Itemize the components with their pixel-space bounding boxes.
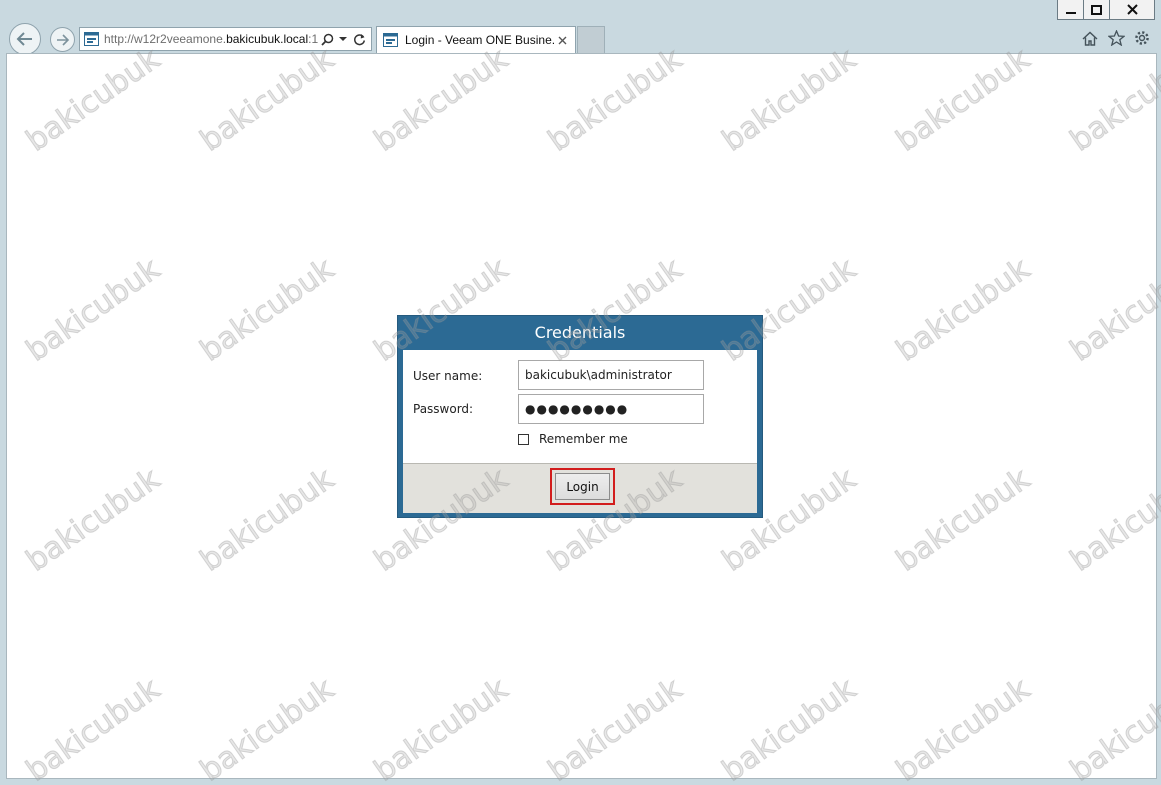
close-icon (1126, 4, 1138, 15)
settings-gear-icon[interactable] (1133, 29, 1151, 47)
address-prefix: http://w12r2veeamone. (104, 32, 227, 46)
password-label: Password: (413, 402, 474, 416)
forward-icon (56, 33, 69, 46)
maximize-button[interactable] (1083, 0, 1110, 20)
login-highlight-box: Login (550, 468, 615, 505)
dialog-body: User name: Password: Remember me (403, 350, 757, 463)
address-domain: bakicubuk.local (226, 32, 309, 46)
browser-right-icons (1081, 29, 1151, 47)
tab-page-icon (383, 33, 398, 47)
back-button[interactable] (9, 23, 41, 55)
remember-me-label: Remember me (539, 432, 628, 446)
back-icon (16, 32, 32, 46)
password-input[interactable] (518, 394, 704, 424)
page-icon (84, 32, 99, 46)
refresh-icon[interactable] (351, 29, 367, 49)
tab-login[interactable]: Login - Veeam ONE Busine... (376, 26, 576, 53)
dropdown-icon[interactable] (335, 29, 351, 49)
tab-title: Login - Veeam ONE Busine... (405, 33, 555, 47)
checkbox-box[interactable] (518, 433, 529, 445)
username-input[interactable] (518, 360, 704, 390)
maximize-icon (1091, 4, 1102, 15)
close-button[interactable] (1109, 0, 1155, 20)
window-controls (1057, 0, 1155, 20)
tab-close-icon[interactable] (555, 33, 569, 47)
search-icon[interactable] (319, 29, 335, 49)
dialog-title: Credentials (534, 323, 626, 342)
dialog-footer: Login (403, 463, 757, 513)
browser-toolbar: http://w12r2veeamone.bakicubuk.local:1 L… (0, 22, 1161, 55)
login-button[interactable]: Login (555, 473, 610, 500)
address-suffix: :1 (308, 32, 319, 46)
new-tab-button[interactable] (577, 26, 605, 53)
username-label: User name: (413, 369, 483, 383)
minimize-icon (1065, 11, 1076, 14)
forward-button[interactable] (50, 27, 75, 52)
remember-me-checkbox[interactable]: Remember me (518, 432, 628, 446)
credentials-dialog: Credentials User name: Password: Remembe… (397, 315, 763, 518)
home-icon[interactable] (1081, 29, 1099, 47)
favorites-star-icon[interactable] (1107, 29, 1125, 47)
address-url[interactable]: http://w12r2veeamone.bakicubuk.local:1 (104, 32, 319, 46)
address-bar[interactable]: http://w12r2veeamone.bakicubuk.local:1 (79, 27, 372, 51)
minimize-button[interactable] (1057, 0, 1084, 20)
